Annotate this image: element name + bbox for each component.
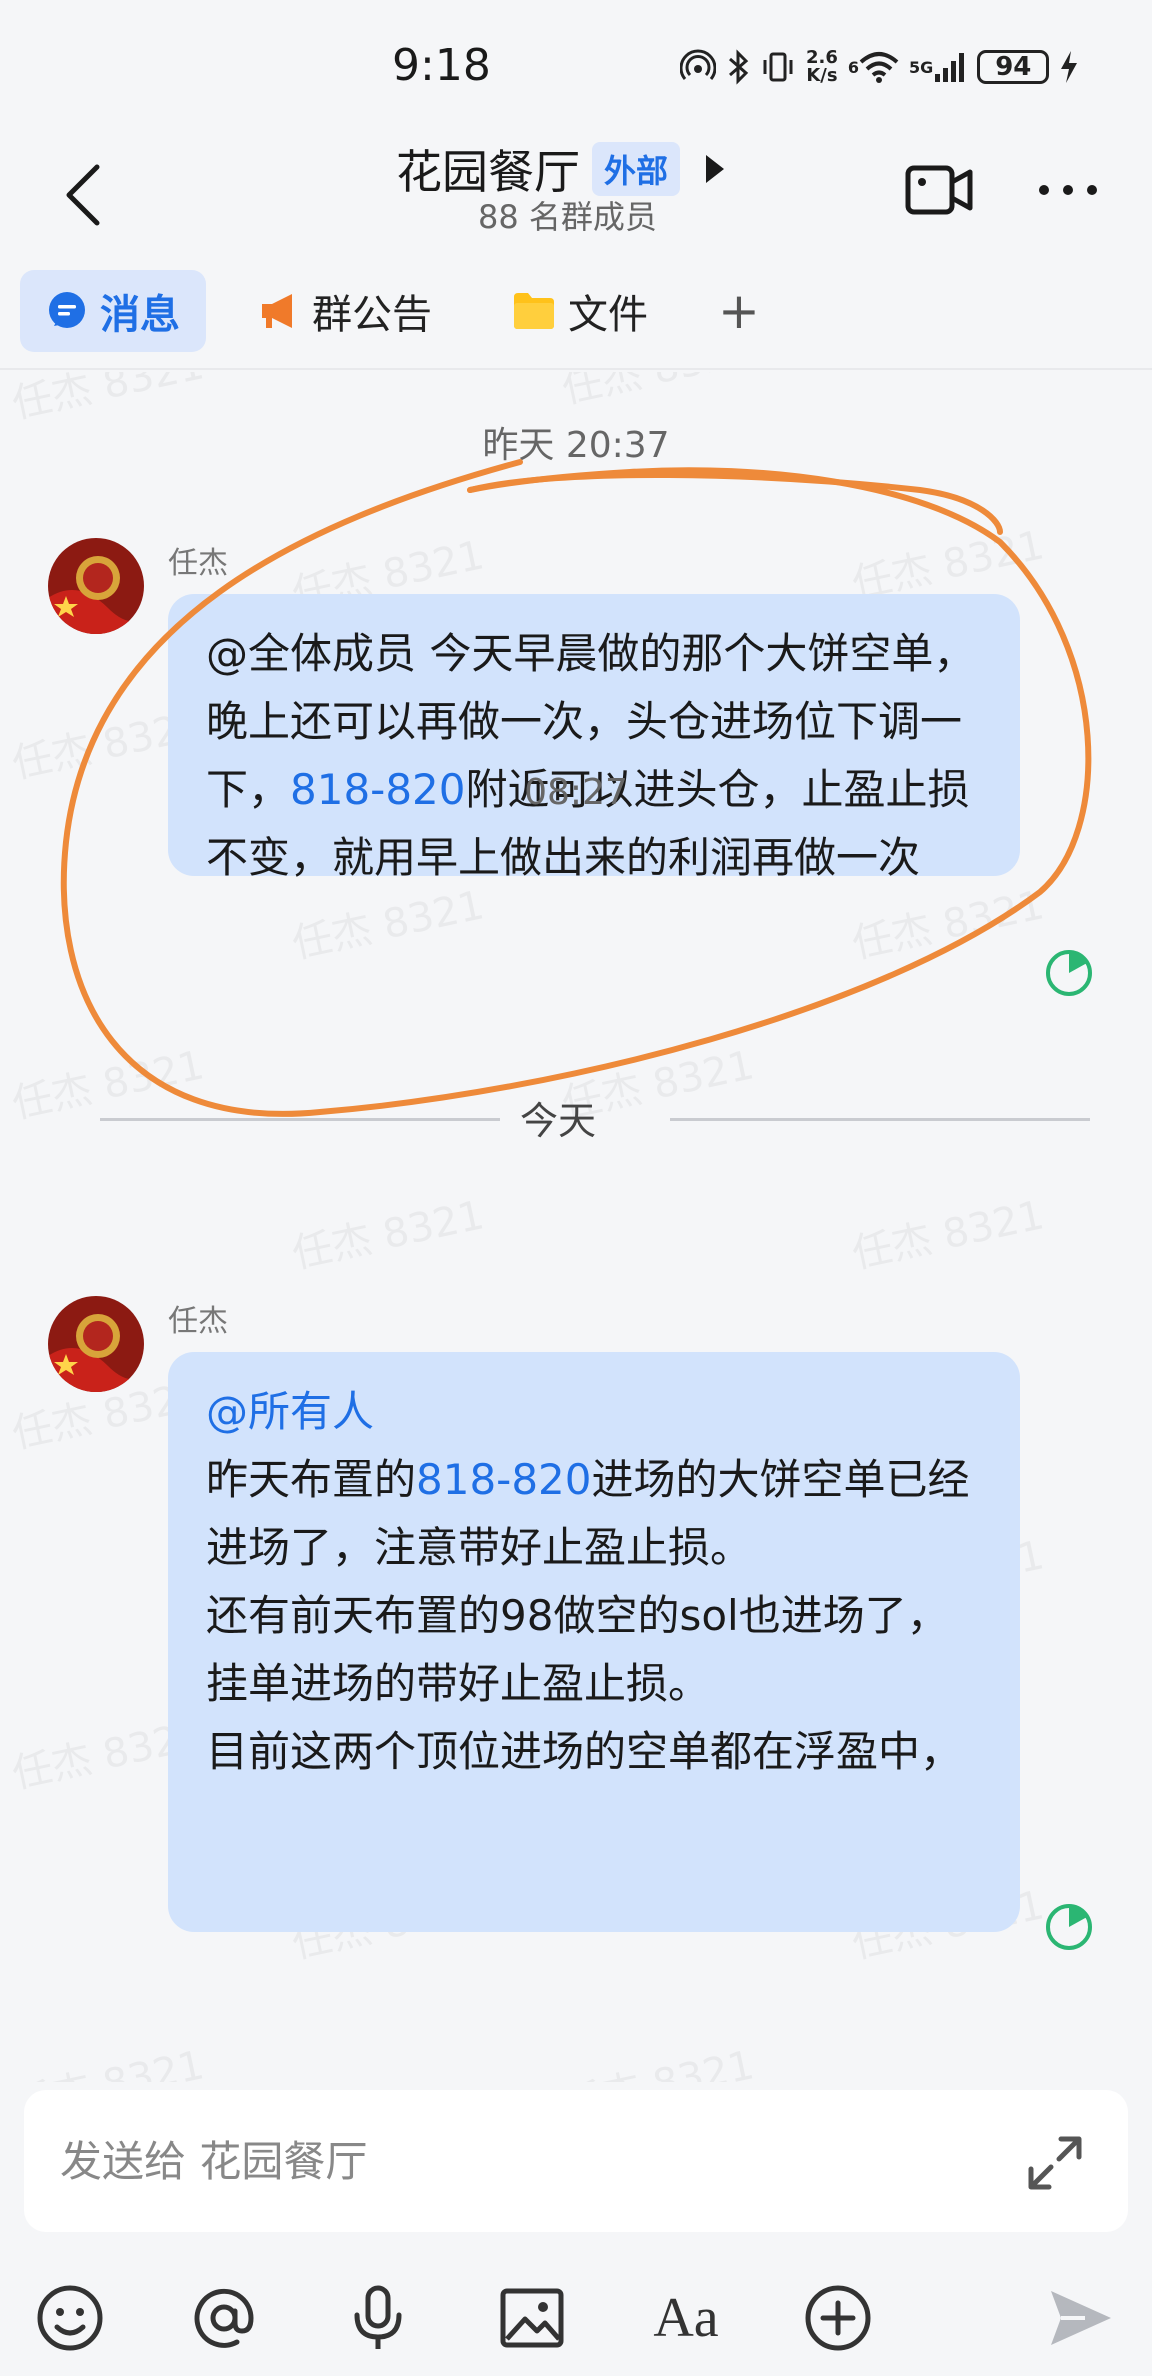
chat-header: 花园餐厅 外部 88 名群成员 bbox=[0, 130, 1152, 260]
charging-icon bbox=[1059, 49, 1079, 85]
battery-level: 94 bbox=[977, 50, 1050, 84]
flag-emblem-avatar-icon bbox=[48, 538, 144, 634]
mention-all[interactable]: @所有人 bbox=[206, 1387, 374, 1436]
avatar[interactable] bbox=[48, 538, 144, 634]
signal-icon: 5G bbox=[909, 50, 967, 84]
wifi-badge: 6 bbox=[847, 57, 860, 77]
day-divider: 今天 bbox=[60, 1086, 1090, 1146]
plus-circle-icon bbox=[805, 2285, 871, 2351]
network-speed-unit: K/s bbox=[806, 65, 838, 86]
mention-button[interactable] bbox=[184, 2278, 264, 2358]
divider-line-right bbox=[670, 1118, 1090, 1121]
status-time: 9:18 bbox=[392, 40, 491, 91]
megaphone-icon bbox=[262, 294, 292, 328]
tab-messages[interactable]: 消息 bbox=[20, 270, 206, 352]
watermark: 任杰 8321 bbox=[288, 1192, 489, 1278]
tab-files-label: 文件 bbox=[568, 292, 648, 338]
expand-input-button[interactable] bbox=[1020, 2128, 1090, 2198]
video-camera-icon bbox=[905, 165, 973, 215]
hotspot-icon bbox=[680, 49, 716, 85]
image-button[interactable] bbox=[492, 2278, 572, 2358]
tab-announcements[interactable]: 群公告 bbox=[232, 270, 458, 352]
at-mention-icon bbox=[194, 2288, 254, 2348]
read-receipt-icon bbox=[1044, 948, 1094, 998]
back-button[interactable] bbox=[48, 150, 118, 240]
watermark: 任杰 8321 bbox=[556, 2032, 758, 2082]
watermark: 任杰 8321 bbox=[848, 1192, 1049, 1278]
status-bar: 9:18 2.6 K/s 6 5G 94 bbox=[0, 0, 1152, 130]
sender-name: 任杰 bbox=[168, 546, 228, 581]
message-text: 昨天布置的 bbox=[206, 1455, 417, 1504]
expand-arrows-icon bbox=[1028, 2136, 1082, 2190]
read-receipt-icon bbox=[1044, 1902, 1094, 1952]
cellular-label: 5G bbox=[909, 57, 934, 77]
composer: Aa bbox=[0, 2082, 1152, 2376]
chevron-left-icon bbox=[66, 164, 100, 226]
message-input[interactable] bbox=[24, 2090, 1128, 2232]
more-attachments-button[interactable] bbox=[798, 2278, 878, 2358]
tab-files[interactable]: 文件 bbox=[486, 270, 674, 352]
microphone-icon bbox=[354, 2285, 402, 2349]
message-bubble[interactable]: @所有人 昨天布置的818-820进场的大饼空单已经进场了，注意带好止盈止损。 … bbox=[168, 1352, 1020, 1932]
emoji-button[interactable] bbox=[30, 2278, 110, 2358]
external-badge: 外部 bbox=[592, 142, 681, 196]
emoji-icon bbox=[37, 2285, 103, 2351]
folder-icon bbox=[514, 293, 554, 329]
send-button[interactable] bbox=[1040, 2278, 1120, 2358]
member-count[interactable]: 88 名群成员 bbox=[478, 192, 657, 238]
text-format-icon: Aa bbox=[653, 2287, 719, 2349]
send-icon bbox=[1051, 2291, 1111, 2345]
flag-emblem-avatar-icon bbox=[48, 1296, 144, 1392]
divider-line-left bbox=[100, 1118, 500, 1121]
voice-button[interactable] bbox=[338, 2278, 418, 2358]
more-options-button[interactable] bbox=[1028, 150, 1108, 230]
more-dots-icon bbox=[1039, 185, 1097, 195]
composer-toolbar: Aa bbox=[0, 2258, 1152, 2368]
wifi-icon: 6 bbox=[848, 50, 899, 84]
tab-bar: 消息 群公告 文件 + bbox=[0, 260, 1152, 370]
text-format-button[interactable]: Aa bbox=[646, 2278, 726, 2358]
chat-bubble-icon bbox=[49, 292, 85, 328]
watermark: 任杰 8321 bbox=[6, 2032, 208, 2082]
video-call-button[interactable] bbox=[900, 150, 980, 230]
image-icon bbox=[500, 2288, 564, 2348]
vibrate-icon bbox=[760, 49, 796, 85]
triangle-right-icon bbox=[706, 155, 725, 183]
timestamp: 昨天 20:37 bbox=[482, 425, 670, 466]
plus-icon: + bbox=[718, 282, 760, 340]
message-list[interactable]: 任杰 8321 任杰 8321 任杰 8321 任杰 8321 任杰 8321 … bbox=[0, 372, 1152, 2082]
status-icons: 2.6 K/s 6 5G 94 bbox=[680, 42, 1079, 92]
battery-icon: 94 bbox=[977, 50, 1050, 84]
message-bubble[interactable]: @全体成员 今天早晨做的那个大饼空单，晚上还可以再做一次，头仓进场位下调一下，8… bbox=[168, 594, 1020, 882]
tab-add-button[interactable]: + bbox=[700, 270, 778, 352]
tab-messages-label: 消息 bbox=[100, 292, 180, 338]
day-divider-label: 今天 bbox=[520, 1099, 597, 1143]
tab-announcements-label: 群公告 bbox=[312, 292, 432, 338]
watermark: 任杰 8321 bbox=[556, 372, 758, 415]
timestamp: 08:27 bbox=[524, 772, 628, 813]
sender-name: 任杰 bbox=[168, 1304, 228, 1339]
avatar[interactable] bbox=[48, 1296, 144, 1392]
message-highlight[interactable]: 818-820 bbox=[416, 1455, 592, 1504]
bluetooth-icon bbox=[726, 49, 750, 85]
network-speed: 2.6 K/s bbox=[806, 49, 838, 85]
